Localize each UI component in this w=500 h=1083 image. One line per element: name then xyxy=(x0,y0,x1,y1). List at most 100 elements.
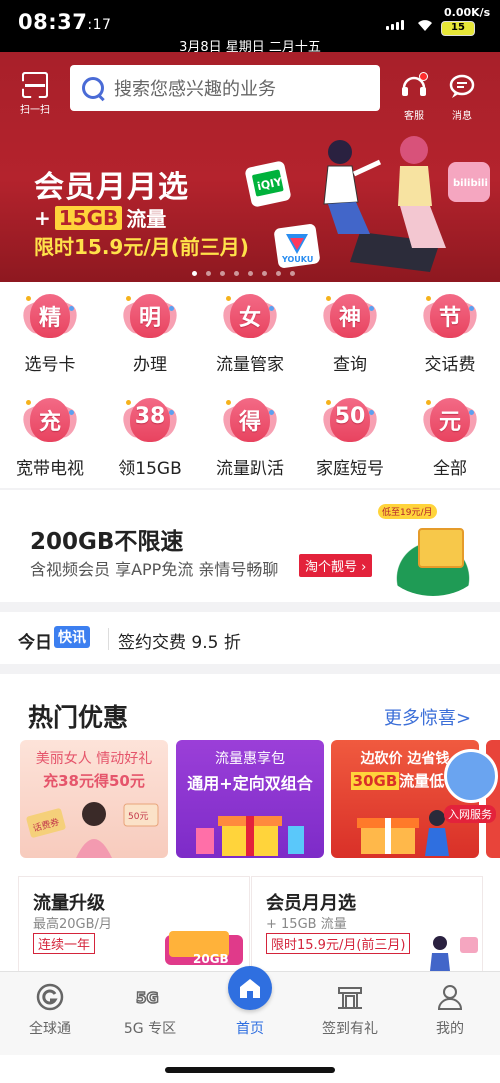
scan-icon xyxy=(22,72,48,98)
card-tag: 限时15.9元/月(前三月) xyxy=(266,933,411,954)
hero-banner[interactable]: 扫一扫 搜索您感兴趣的业务 客服 消息 会员月月选 +15GB 流量 限时15.9… xyxy=(0,52,500,282)
quick-entry[interactable]: 50 家庭短号 xyxy=(300,394,400,479)
card-tag: 连续一年 xyxy=(33,933,96,954)
carousel-dot[interactable] xyxy=(234,271,239,276)
flower-badge-icon: 节 xyxy=(418,290,482,344)
quick-entry-label: 流量趴活 xyxy=(216,459,284,479)
scan-label: 扫一扫 xyxy=(20,105,50,116)
promo-banner[interactable]: 200GB不限速 含视频会员 享APP免流 亲情号畅聊 淘个靓号 › 低至19元… xyxy=(0,490,500,602)
badge-glyph: 38 xyxy=(134,404,166,429)
svg-text:5G: 5G xyxy=(136,989,159,1007)
badge-glyph: 节 xyxy=(438,306,461,331)
quick-entry[interactable]: 得流量趴活 xyxy=(200,394,300,479)
promo-subtitle: 含视频会员 享APP免流 亲情号畅聊 xyxy=(30,560,279,579)
scan-button[interactable]: 扫一扫 xyxy=(18,72,52,116)
carousel-dot[interactable] xyxy=(220,271,225,276)
flower-badge-icon: 50 xyxy=(318,394,382,448)
network-service-float[interactable]: 入网服务 xyxy=(440,749,500,823)
wifi-icon xyxy=(418,20,432,31)
badge-glyph: 神 xyxy=(338,306,361,331)
carousel-dots[interactable] xyxy=(192,271,295,276)
flower-badge-icon: 女 xyxy=(218,290,282,344)
carousel-dot[interactable] xyxy=(206,271,211,276)
flower-badge-icon: 神 xyxy=(318,290,382,344)
quick-entry[interactable]: 神查询 xyxy=(300,290,400,375)
news-text[interactable]: 签约交费 9.5 折 xyxy=(118,628,241,653)
message-button[interactable]: 消息 xyxy=(444,72,480,122)
quick-service-grid: 精选号卡明办理女流量管家神查询节交话费充宽带电视 38 领15GB 得流量趴活 50 家庭… xyxy=(0,282,500,488)
tab-checkin[interactable]: 签到有礼 xyxy=(300,980,400,1038)
tab-5g[interactable]: 5G 5G 专区 xyxy=(100,980,200,1038)
promo-price-tag: 低至19元/月 xyxy=(378,504,437,519)
badge-glyph: 精 xyxy=(38,306,61,331)
member-select-card[interactable]: 会员月月选 + 15GB 流量 限时15.9元/月(前三月) xyxy=(251,876,483,972)
home-indicator xyxy=(0,1055,500,1083)
quick-entry[interactable]: 元全部 xyxy=(400,394,500,479)
card-title: 流量升级 xyxy=(33,893,105,914)
quick-entry-label: 交话费 xyxy=(424,355,476,375)
5g-icon: 5G xyxy=(135,988,159,1008)
quick-entry-label: 领15GB xyxy=(118,459,182,479)
tab-mine[interactable]: 我的 xyxy=(400,980,500,1038)
quick-entry-label: 家庭短号 xyxy=(316,459,384,479)
deal-card-main: 通用+定向双组合 xyxy=(187,774,313,793)
quick-entry-label: 选号卡 xyxy=(24,355,76,375)
divider xyxy=(108,628,109,650)
quick-entry[interactable]: 精选号卡 xyxy=(0,290,100,375)
flower-badge-icon: 得 xyxy=(218,394,282,448)
search-input[interactable]: 搜索您感兴趣的业务 xyxy=(70,65,380,111)
flower-badge-icon: 精 xyxy=(18,290,82,344)
quick-entry[interactable]: 女流量管家 xyxy=(200,290,300,375)
quick-entry[interactable]: 充宽带电视 xyxy=(0,394,100,479)
bilibili-logo: bilibili xyxy=(453,178,488,189)
quick-entry[interactable]: 38 领15GB xyxy=(100,394,200,479)
battery-icon: 15 xyxy=(441,21,475,36)
carousel-dot[interactable] xyxy=(276,271,281,276)
message-label: 消息 xyxy=(452,111,472,122)
home-icon xyxy=(228,966,272,1010)
net-speed: 0.00K/s xyxy=(444,6,491,19)
news-ticker[interactable]: 今日 快讯 签约交费 9.5 折 xyxy=(0,612,500,664)
hero-price: 限时15.9元/月(前三月) xyxy=(34,235,249,259)
float-label: 入网服务 xyxy=(444,805,496,823)
badge-glyph: 元 xyxy=(438,410,461,435)
carousel-dot[interactable] xyxy=(248,271,253,276)
tab-home[interactable]: 首页 xyxy=(200,966,300,1038)
more-link[interactable]: 更多惊喜> xyxy=(384,704,471,730)
carousel-dot[interactable] xyxy=(262,271,267,276)
deal-illustration: 话费券 50元 xyxy=(26,802,159,858)
svg-text:20GB: 20GB xyxy=(193,952,229,966)
badge-glyph: 得 xyxy=(238,410,261,435)
search-icon xyxy=(80,75,106,101)
quick-entry-label: 宽带电视 xyxy=(16,459,84,479)
svg-text:50元: 50元 xyxy=(128,812,148,822)
deal-card-women[interactable]: 美丽女人 情动好礼 充38元得50元 话费券 50元 xyxy=(20,740,168,858)
treasure-box-icon xyxy=(418,528,464,568)
service-label: 客服 xyxy=(404,111,424,122)
carousel-dot[interactable] xyxy=(192,271,197,276)
carousel-dot[interactable] xyxy=(290,271,295,276)
tab-label: 我的 xyxy=(436,1021,464,1037)
hot-deals-section: 热门优惠 更多惊喜> 美丽女人 情动好礼 充38元得50元 话费券 50元 流量… xyxy=(0,674,500,974)
quick-entry[interactable]: 明办理 xyxy=(100,290,200,375)
user-icon xyxy=(437,985,463,1010)
customer-service-button[interactable]: 客服 xyxy=(396,72,432,122)
deal-card-top: 流量惠享包 xyxy=(215,751,285,767)
badge-glyph: 充 xyxy=(38,410,61,435)
card-subtitle: + 15GB 流量 xyxy=(266,917,347,932)
global-g-icon xyxy=(36,983,64,1011)
flower-badge-icon: 38 xyxy=(118,394,182,448)
data-upgrade-card[interactable]: 流量升级 最高20GB/月 连续一年 20GB xyxy=(18,876,250,972)
tab-label: 5G 专区 xyxy=(123,1021,177,1037)
sim-card-icon xyxy=(444,749,498,803)
tab-label: 签到有礼 xyxy=(322,1021,378,1037)
youku-logo: YOUKU xyxy=(281,255,313,264)
flower-badge-icon: 充 xyxy=(18,394,82,448)
deal-card-main: 充38元得50元 xyxy=(43,772,145,790)
chat-bubble-icon xyxy=(449,74,475,98)
deal-card-data-pack[interactable]: 流量惠享包 通用+定向双组合 xyxy=(176,740,324,858)
badge-glyph: 明 xyxy=(138,306,161,331)
quick-entry[interactable]: 节交话费 xyxy=(400,290,500,375)
pick-number-button[interactable]: 淘个靓号 › xyxy=(299,554,373,577)
tab-global[interactable]: 全球通 xyxy=(0,980,100,1038)
